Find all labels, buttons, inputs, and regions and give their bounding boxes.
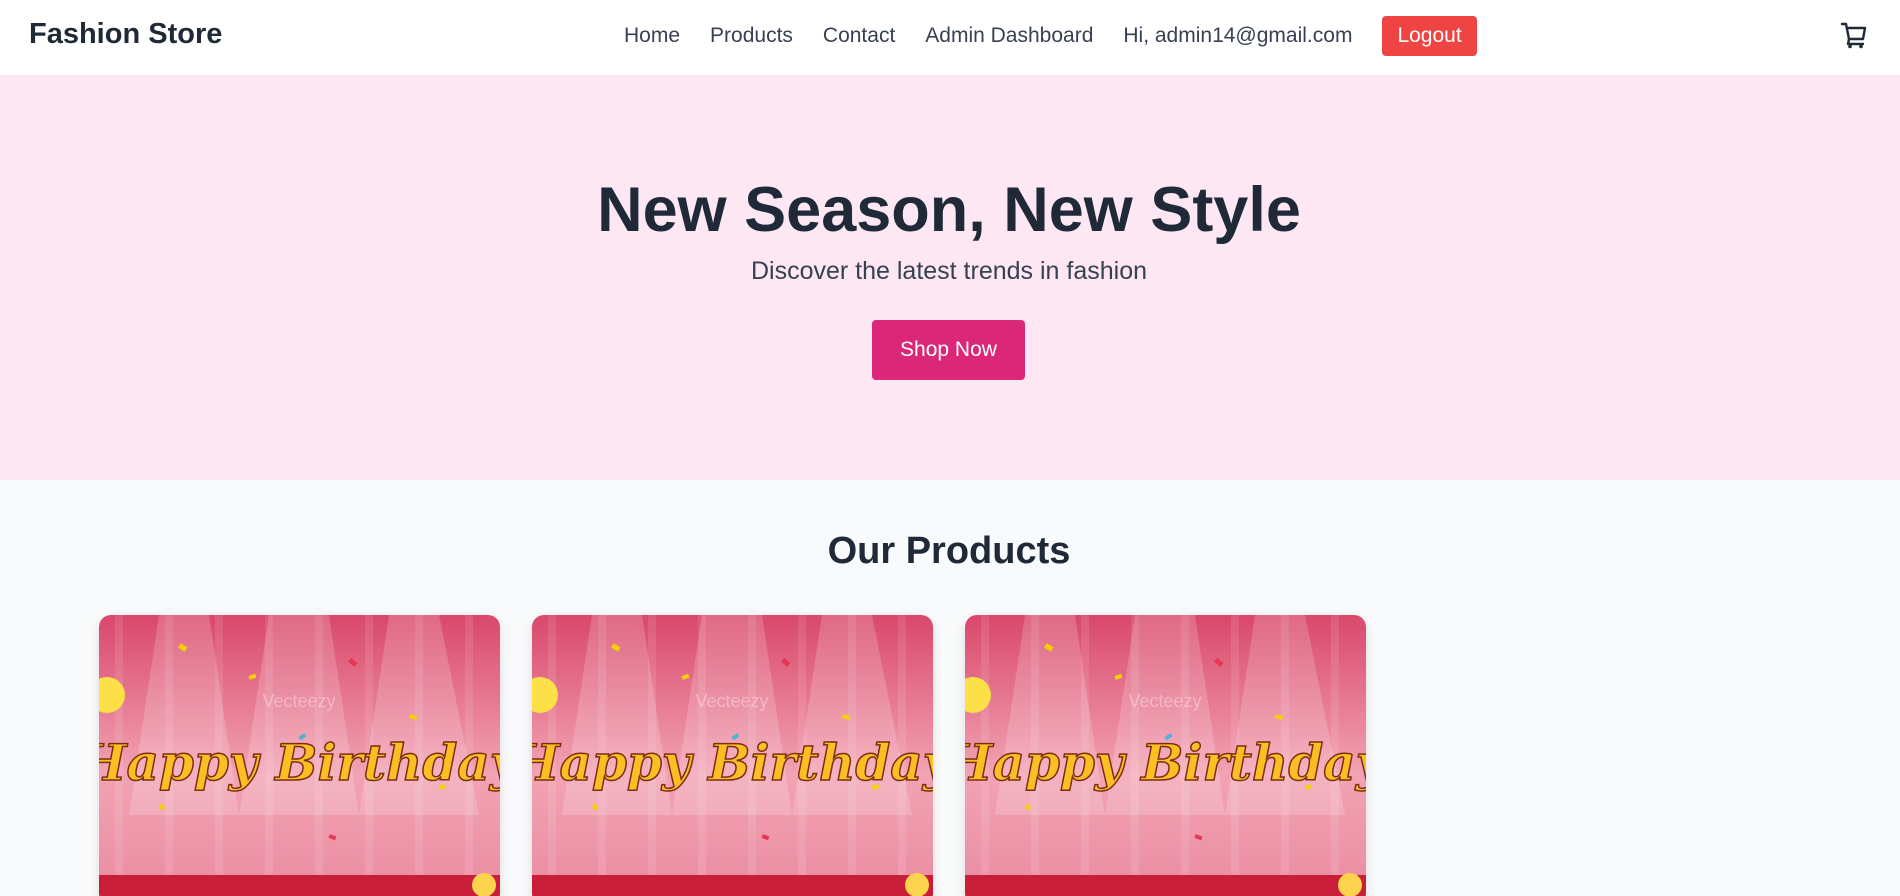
cart-icon[interactable] (1839, 20, 1869, 50)
navbar: Fashion Store Home Products Contact Admi… (0, 0, 1900, 75)
product-image: Vecteezy Happy Birthday (965, 615, 1366, 896)
product-image-text: Happy Birthday (965, 733, 1366, 792)
nav-products-link[interactable]: Products (710, 24, 793, 48)
watermark-text: Vecteezy (695, 691, 768, 711)
hero-subtitle: Discover the latest trends in fashion (750, 257, 1148, 285)
product-card[interactable]: Vecteezy Happy Birthday (99, 615, 500, 896)
product-image-text: Happy Birthday (532, 733, 933, 792)
product-image: Vecteezy Happy Birthday (532, 615, 933, 896)
nav-contact-link[interactable]: Contact (823, 24, 895, 48)
products-section-title: Our Products (827, 530, 1071, 572)
nav-admin-dashboard-link[interactable]: Admin Dashboard (925, 24, 1093, 48)
product-card[interactable]: Vecteezy Happy Birthday (532, 615, 933, 896)
hero-banner: New Season, New Style Discover the lates… (0, 75, 1900, 480)
user-greeting: Hi, admin14@gmail.com (1123, 24, 1353, 47)
shop-now-button[interactable]: Shop Now (872, 320, 1025, 380)
product-image: Vecteezy Happy Birthday (99, 615, 500, 896)
brand-logo[interactable]: Fashion Store (29, 18, 222, 51)
watermark-text: Vecteezy (1128, 691, 1201, 711)
product-image-text: Happy Birthday (99, 733, 500, 792)
hero-title: New Season, New Style (597, 175, 1301, 245)
watermark-text: Vecteezy (262, 691, 335, 711)
logout-button[interactable]: Logout (1382, 16, 1477, 56)
main-nav: Home Products Contact Admin Dashboard Hi… (624, 0, 1477, 72)
product-card[interactable]: Vecteezy Happy Birthday (965, 615, 1366, 896)
nav-home-link[interactable]: Home (624, 24, 680, 48)
